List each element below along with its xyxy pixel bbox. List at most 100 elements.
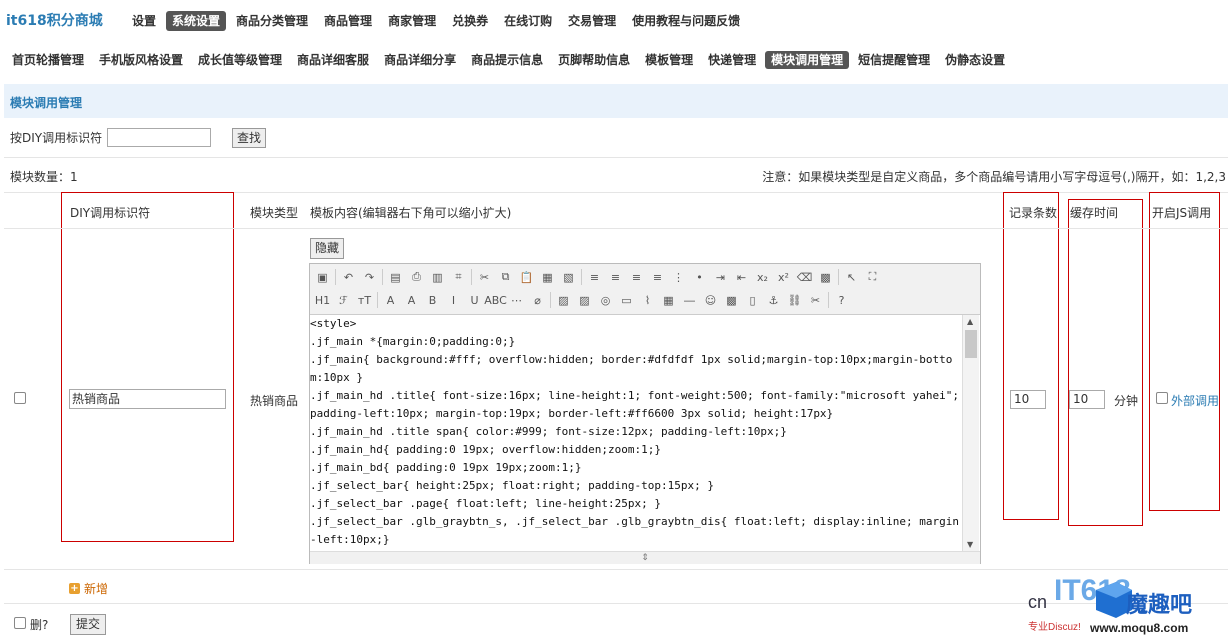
select-all-icon[interactable]: ▩ [817, 269, 834, 286]
editor-scrollbar[interactable]: ▲ ▼ [962, 315, 979, 551]
diy-column-highlight [61, 192, 234, 542]
diy-identifier-input[interactable]: 热销商品 [69, 389, 226, 409]
justify-icon[interactable]: ≡ [649, 269, 666, 286]
heading-icon[interactable]: H1 [314, 292, 331, 309]
cursor-icon[interactable]: ↖ [843, 269, 860, 286]
js-call-label[interactable]: 外部调用 [1171, 392, 1219, 409]
notice-text: 注意：如果模块类型是自定义商品，多个商品编号请用小写字母逗号(,)隔开，如：1,… [762, 170, 1226, 184]
top-nav-item[interactable]: 使用教程与问题反馈 [626, 11, 746, 31]
sub-nav-item[interactable]: 短信提醒管理 [852, 51, 936, 69]
top-nav-item[interactable]: 商家管理 [382, 11, 442, 31]
watermark-logo: cn IT618 魔趣吧 专业Discuz! www.moqu8.com [1028, 570, 1228, 638]
submit-button[interactable]: 提交 [70, 614, 107, 635]
section-title: 模块调用管理 [10, 96, 83, 110]
template-content-editor[interactable]: <style> .jf_main *{margin:0;padding:0;} … [310, 315, 961, 551]
scroll-thumb[interactable] [965, 330, 977, 358]
subscript-icon[interactable]: x₂ [754, 269, 771, 286]
emoticon-icon[interactable]: ☺ [702, 292, 719, 309]
records-input[interactable]: 10 [1010, 390, 1046, 409]
search-button[interactable]: 查找 [232, 128, 267, 148]
js-call-checkbox[interactable] [1156, 392, 1168, 404]
hide-editor-button[interactable]: 隐藏 [310, 238, 345, 259]
header-records: 记录条数 [1009, 206, 1058, 220]
top-nav-item[interactable]: 系统设置 [166, 11, 227, 31]
bold-icon[interactable]: B [424, 292, 441, 309]
attachment-icon[interactable]: ⌇ [639, 292, 656, 309]
sub-nav-item[interactable]: 快递管理 [702, 51, 762, 69]
search-input[interactable] [107, 128, 211, 147]
top-nav-item[interactable]: 商品分类管理 [230, 11, 314, 31]
eraser-icon[interactable]: ⌀ [529, 292, 546, 309]
print-icon[interactable]: ⎙ [408, 269, 425, 286]
unordered-list-icon[interactable]: • [691, 269, 708, 286]
paste-icon[interactable]: 📋 [518, 269, 535, 286]
sub-nav-item[interactable]: 商品详细客服 [291, 51, 375, 69]
watermark-url: www.moqu8.com [1089, 621, 1188, 635]
top-nav-item[interactable]: 商品管理 [318, 11, 378, 31]
top-nav-item[interactable]: 兑换券 [446, 11, 494, 31]
add-label: 新增 [84, 582, 109, 596]
toolbar-separator [828, 292, 829, 308]
template-icon[interactable]: ▥ [429, 269, 446, 286]
ordered-list-icon[interactable]: ⋮ [670, 269, 687, 286]
italic-icon[interactable]: I [445, 292, 462, 309]
baidu-map-icon[interactable]: ▩ [723, 292, 740, 309]
undo-icon[interactable]: ↶ [340, 269, 357, 286]
help-icon[interactable]: ? [833, 292, 850, 309]
underline-icon[interactable]: U [466, 292, 483, 309]
multi-image-icon[interactable]: ▨ [576, 292, 593, 309]
unlink-icon[interactable]: ✂ [807, 292, 824, 309]
top-nav-item[interactable]: 交易管理 [562, 11, 622, 31]
flash-icon[interactable]: ◎ [597, 292, 614, 309]
delete-checkbox[interactable] [14, 617, 26, 629]
preview-icon[interactable]: ▤ [387, 269, 404, 286]
scroll-down-icon[interactable]: ▼ [967, 540, 973, 549]
redo-icon[interactable]: ↷ [361, 269, 378, 286]
clear-format-icon[interactable]: ⌫ [796, 269, 813, 286]
align-right-icon[interactable]: ≡ [628, 269, 645, 286]
superscript-icon[interactable]: x² [775, 269, 792, 286]
cache-input[interactable]: 10 [1069, 390, 1105, 409]
editor-resize-handle[interactable]: ⇕ [310, 551, 980, 564]
top-nav-item[interactable]: 设置 [126, 11, 162, 31]
font-family-icon[interactable]: ℱ [335, 292, 352, 309]
outdent-icon[interactable]: ⇤ [733, 269, 750, 286]
sub-nav-item[interactable]: 成长值等级管理 [192, 51, 288, 69]
sub-nav-item[interactable]: 页脚帮助信息 [552, 51, 636, 69]
row-select-checkbox[interactable] [14, 392, 26, 404]
paste-text-icon[interactable]: ▦ [539, 269, 556, 286]
indent-icon[interactable]: ⇥ [712, 269, 729, 286]
hr-icon[interactable]: ― [681, 292, 698, 309]
font-color-icon[interactable]: A [382, 292, 399, 309]
sub-nav-item[interactable]: 模板管理 [639, 51, 699, 69]
scroll-up-icon[interactable]: ▲ [967, 317, 973, 326]
strikethrough-icon[interactable]: ABC [484, 292, 507, 309]
top-nav-item[interactable]: 在线订购 [498, 11, 558, 31]
code-icon[interactable]: ⌗ [450, 269, 467, 286]
cut-icon[interactable]: ✂ [476, 269, 493, 286]
link-icon[interactable]: ⛓ [786, 292, 803, 309]
source-icon[interactable]: ▣ [314, 269, 331, 286]
image-icon[interactable]: ▨ [555, 292, 572, 309]
sub-nav-item[interactable]: 伪静态设置 [939, 51, 1011, 69]
align-left-icon[interactable]: ≡ [586, 269, 603, 286]
line-height-icon[interactable]: ⋯ [508, 292, 525, 309]
table-icon[interactable]: ▦ [660, 292, 677, 309]
header-type: 模块类型 [250, 206, 299, 220]
sub-nav-item[interactable]: 商品详细分享 [378, 51, 462, 69]
font-size-icon[interactable]: тT [356, 292, 373, 309]
module-type: 热销商品 [250, 394, 299, 408]
add-module-button[interactable]: + 新增 [69, 580, 108, 597]
pagebreak-icon[interactable]: ▯ [744, 292, 761, 309]
highlight-icon[interactable]: A [403, 292, 420, 309]
fullscreen-icon[interactable]: ⛶ [864, 269, 881, 286]
copy-icon[interactable]: ⧉ [497, 269, 514, 286]
anchor-icon[interactable]: ⚓ [765, 292, 782, 309]
paste-word-icon[interactable]: ▧ [560, 269, 577, 286]
media-icon[interactable]: ▭ [618, 292, 635, 309]
sub-nav-item[interactable]: 首页轮播管理 [6, 51, 90, 69]
align-center-icon[interactable]: ≡ [607, 269, 624, 286]
sub-nav-item[interactable]: 商品提示信息 [465, 51, 549, 69]
sub-nav-item[interactable]: 模块调用管理 [765, 51, 850, 69]
sub-nav-item[interactable]: 手机版风格设置 [93, 51, 189, 69]
